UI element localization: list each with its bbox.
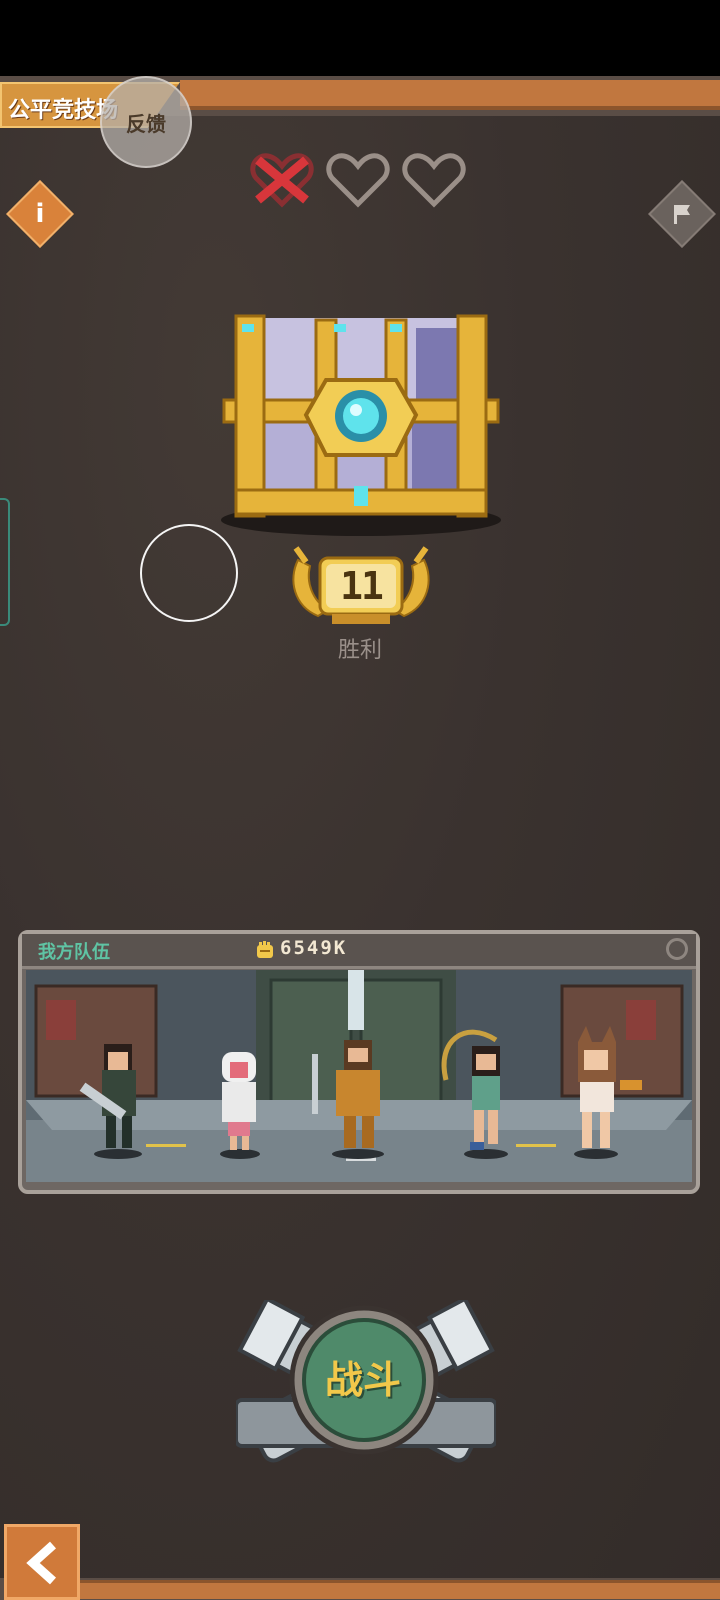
- flag-icon: [674, 205, 690, 224]
- golden-chest-icon[interactable]: [216, 310, 506, 550]
- team-title: 我方队伍: [38, 942, 110, 963]
- lives-indicator: [250, 150, 480, 212]
- bottom-frame: [0, 1578, 720, 1600]
- team-scene: [26, 970, 692, 1182]
- chevron-left-icon: [26, 1541, 57, 1585]
- fight-button[interactable]: 战斗: [300, 1352, 426, 1408]
- heart-lost-icon: [250, 153, 314, 208]
- feedback-button[interactable]: 反馈: [100, 76, 192, 168]
- feedback-label: 反馈: [126, 111, 166, 136]
- win-label: 胜利: [337, 638, 382, 663]
- back-button[interactable]: [4, 1524, 80, 1600]
- heart-empty-icon: [402, 153, 466, 208]
- fist-icon: [257, 941, 273, 958]
- heart-empty-icon: [326, 153, 390, 208]
- win-count: 11: [340, 564, 384, 608]
- team-power: 6549K: [280, 937, 348, 959]
- touch-indicator: [140, 524, 238, 622]
- settings-icon[interactable]: [666, 938, 688, 960]
- status-bar: [0, 0, 720, 76]
- team-header: 我方队伍 6549K: [22, 934, 696, 969]
- side-drawer-handle[interactable]: [0, 498, 10, 626]
- team-panel[interactable]: 我方队伍 6549K: [18, 930, 700, 1194]
- info-icon: i: [35, 199, 45, 229]
